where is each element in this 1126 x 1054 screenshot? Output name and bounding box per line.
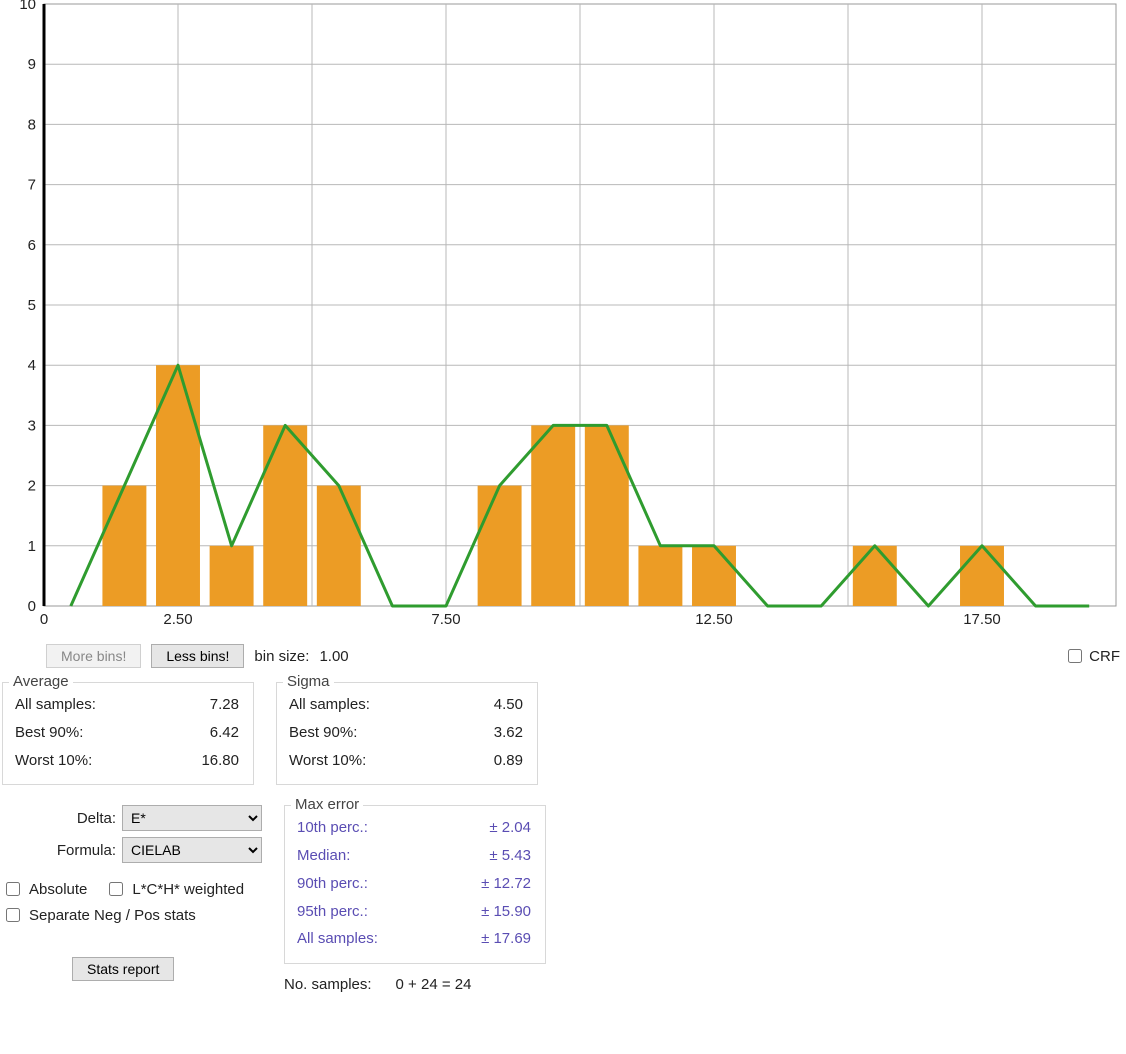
average-title: Average — [9, 673, 73, 690]
separate-negpos-label: Separate Neg / Pos stats — [29, 907, 196, 924]
bottom-row: Delta: E* Formula: CIELAB Absolute L*C*H… — [0, 805, 1126, 993]
svg-text:0: 0 — [40, 611, 48, 628]
chart-container: 0 1 2 3 4 5 6 7 8 9 10 0 2.50 7.50 12.50 17.50 — [0, 0, 1126, 640]
less-bins-button[interactable]: Less bins! — [151, 644, 244, 668]
avg-worst-value: 16.80 — [179, 747, 239, 775]
avg-all-label: All samples: — [15, 691, 125, 719]
maxerr-p10-label: 10th perc.: — [297, 814, 407, 842]
sigma-panel: Sigma All samples:4.50 Best 90%:3.62 Wor… — [276, 682, 538, 785]
svg-text:2: 2 — [28, 478, 36, 495]
max-error-panel: Max error 10th perc.:± 2.04 Median:± 5.4… — [284, 805, 546, 964]
options-column: Delta: E* Formula: CIELAB Absolute L*C*H… — [2, 805, 262, 993]
bin-size-value: 1.00 — [319, 648, 348, 665]
svg-text:5: 5 — [28, 297, 36, 314]
svg-text:7.50: 7.50 — [431, 611, 460, 628]
maxerr-column: Max error 10th perc.:± 2.04 Median:± 5.4… — [284, 805, 546, 993]
maxerr-title: Max error — [291, 796, 363, 813]
maxerr-p90-label: 90th perc.: — [297, 870, 407, 898]
avg-best-value: 6.42 — [179, 719, 239, 747]
nsamples-label: No. samples: — [284, 976, 372, 993]
svg-text:1: 1 — [28, 538, 36, 555]
absolute-checkbox[interactable] — [6, 882, 20, 896]
lch-weighted-label: L*C*H* weighted — [132, 881, 244, 898]
histogram-chart: 0 1 2 3 4 5 6 7 8 9 10 0 2.50 7.50 12.50 17.50 — [0, 0, 1126, 632]
sigma-all-value: 4.50 — [463, 691, 523, 719]
svg-text:7: 7 — [28, 177, 36, 194]
svg-text:12.50: 12.50 — [695, 611, 733, 628]
sigma-title: Sigma — [283, 673, 334, 690]
svg-text:2.50: 2.50 — [163, 611, 192, 628]
maxerr-median-value: ± 5.43 — [471, 842, 531, 870]
nsamples-value: 0 + 24 = 24 — [396, 976, 472, 993]
crf-checkbox[interactable] — [1068, 649, 1082, 663]
absolute-label: Absolute — [29, 881, 87, 898]
more-bins-button[interactable]: More bins! — [46, 644, 141, 668]
maxerr-p90-value: ± 12.72 — [471, 870, 531, 898]
avg-best-label: Best 90%: — [15, 719, 125, 747]
svg-text:0: 0 — [28, 598, 36, 615]
maxerr-all-label: All samples: — [297, 925, 407, 953]
delta-label: Delta: — [36, 810, 116, 827]
formula-label: Formula: — [36, 842, 116, 859]
lch-weighted-checkbox[interactable] — [109, 882, 123, 896]
average-panel: Average All samples:7.28 Best 90%:6.42 W… — [2, 682, 254, 785]
formula-select[interactable]: CIELAB — [122, 837, 262, 863]
svg-text:17.50: 17.50 — [963, 611, 1001, 628]
svg-text:6: 6 — [28, 237, 36, 254]
sigma-best-label: Best 90%: — [289, 719, 399, 747]
maxerr-all-value: ± 17.69 — [471, 925, 531, 953]
svg-text:8: 8 — [28, 116, 36, 133]
sigma-all-label: All samples: — [289, 691, 399, 719]
sigma-worst-label: Worst 10%: — [289, 747, 399, 775]
svg-text:3: 3 — [28, 417, 36, 434]
maxerr-p10-value: ± 2.04 — [471, 814, 531, 842]
avg-worst-label: Worst 10%: — [15, 747, 125, 775]
maxerr-p95-label: 95th perc.: — [297, 898, 407, 926]
svg-text:4: 4 — [28, 357, 36, 374]
svg-text:10: 10 — [19, 0, 36, 13]
delta-select[interactable]: E* — [122, 805, 262, 831]
stats-panels-row: Average All samples:7.28 Best 90%:6.42 W… — [0, 682, 1126, 785]
sigma-worst-value: 0.89 — [463, 747, 523, 775]
maxerr-median-label: Median: — [297, 842, 407, 870]
sigma-best-value: 3.62 — [463, 719, 523, 747]
separate-negpos-checkbox[interactable] — [6, 908, 20, 922]
stats-report-button[interactable]: Stats report — [72, 957, 174, 981]
avg-all-value: 7.28 — [179, 691, 239, 719]
bin-size-label: bin size: — [254, 648, 309, 665]
svg-text:9: 9 — [28, 56, 36, 73]
maxerr-p95-value: ± 15.90 — [471, 898, 531, 926]
crf-label: CRF — [1089, 648, 1120, 665]
bin-controls-row: More bins! Less bins! bin size: 1.00 CRF — [0, 644, 1126, 668]
